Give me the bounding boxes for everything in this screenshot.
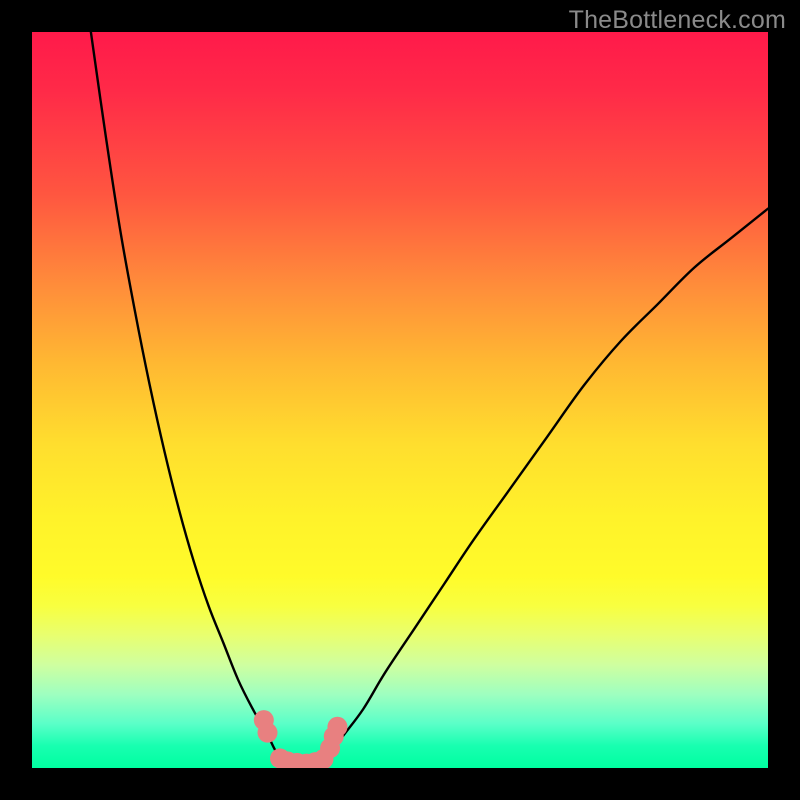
chart-stage: TheBottleneck.com [0,0,800,800]
marker-point [258,723,278,743]
marker-point [327,717,347,737]
series-right-curve [326,209,768,761]
series-left-curve [91,32,282,761]
watermark-text: TheBottleneck.com [569,6,786,35]
curves-layer [32,32,768,768]
plot-area [32,32,768,768]
